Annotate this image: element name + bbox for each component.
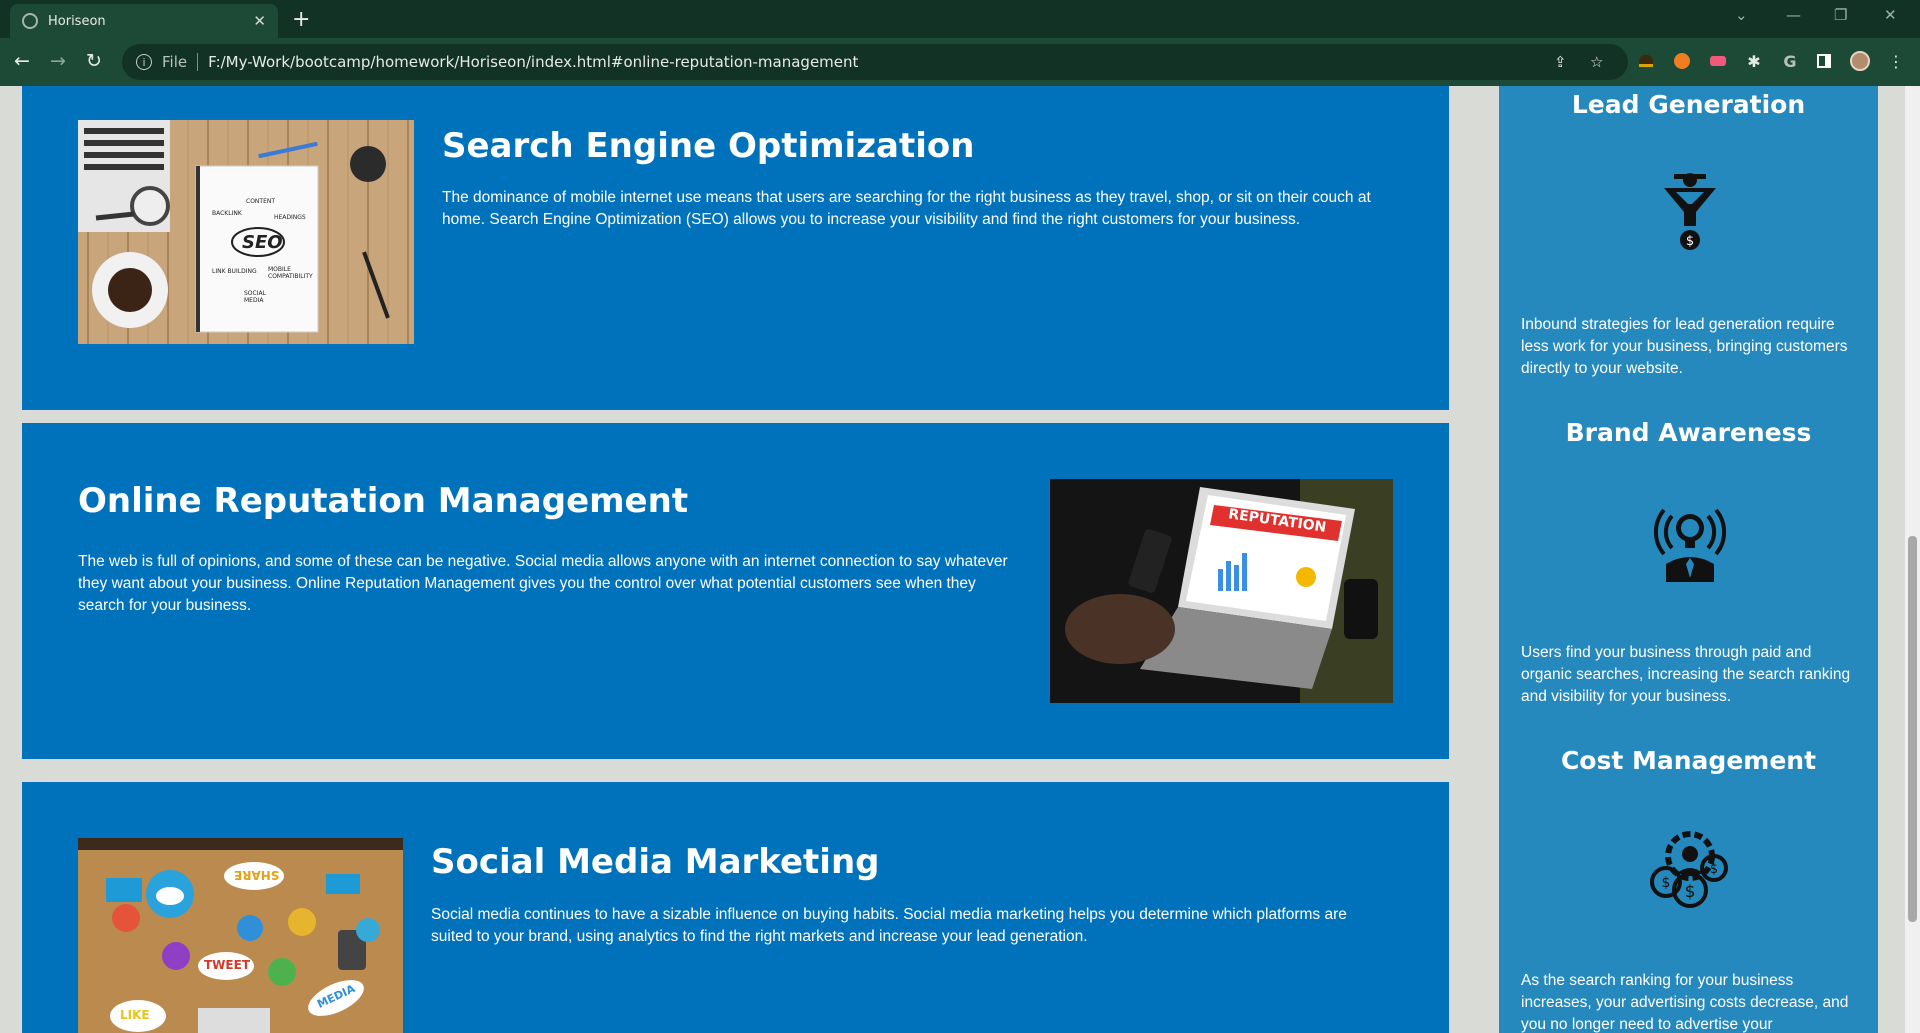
tweet-image-text: TWEET bbox=[204, 958, 251, 972]
extension-hat-icon[interactable] bbox=[1636, 51, 1656, 71]
social-title: Social Media Marketing bbox=[431, 842, 880, 882]
minimize-button[interactable]: — bbox=[1786, 6, 1801, 24]
reload-icon[interactable]: ↻ bbox=[86, 50, 102, 72]
browser-tab[interactable]: Horiseon ✕ bbox=[10, 4, 278, 38]
like-image-text: LIKE bbox=[120, 1008, 150, 1022]
reputation-title: Online Reputation Management bbox=[78, 481, 689, 521]
seo-image-text: SEO bbox=[242, 232, 283, 253]
extension-record-icon[interactable] bbox=[1708, 51, 1728, 71]
seo-section: SEO CONTENT BACKLINK HEADINGS LINK BUILD… bbox=[22, 86, 1449, 410]
scrollbar-thumb[interactable] bbox=[1908, 536, 1917, 922]
lead-funnel-icon: $ bbox=[1648, 170, 1732, 254]
seo-body: The dominance of mobile internet use mea… bbox=[442, 189, 1371, 228]
reputation-body: The web is full of opinions, and some of… bbox=[78, 553, 1008, 614]
svg-text:$: $ bbox=[1662, 875, 1671, 891]
svg-text:$: $ bbox=[1685, 882, 1696, 902]
benefit-title-cost: Cost Management bbox=[1560, 746, 1817, 775]
google-g-icon[interactable]: G bbox=[1780, 51, 1800, 71]
browser-chrome: Horiseon ✕ + ⌄ — ❐ ✕ ← → ↻ i File F:/My-… bbox=[0, 0, 1920, 86]
benefit-title-brand: Brand Awareness bbox=[1565, 418, 1812, 447]
social-image-text: SOCIAL MEDIA bbox=[244, 290, 266, 304]
social-body: Social media continues to have a sizable… bbox=[431, 906, 1347, 945]
bookmark-star-icon[interactable]: ☆ bbox=[1590, 53, 1603, 71]
headings-image-text: HEADINGS bbox=[274, 214, 306, 221]
omnibox-divider bbox=[197, 53, 199, 71]
close-window-button[interactable]: ✕ bbox=[1884, 6, 1897, 24]
extension-orange-icon[interactable] bbox=[1672, 51, 1692, 71]
seo-title: Search Engine Optimization bbox=[442, 126, 975, 166]
info-icon[interactable]: i bbox=[136, 54, 152, 70]
back-arrow-icon[interactable]: ← bbox=[14, 50, 30, 72]
close-tab-icon[interactable]: ✕ bbox=[253, 12, 266, 30]
tab-search-icon[interactable]: ⌄ bbox=[1735, 6, 1748, 24]
benefits-aside: Lead Generation $ Inbound strategies for… bbox=[1499, 86, 1878, 1033]
benefit-title-lead: Lead Generation bbox=[1571, 90, 1806, 119]
address-bar[interactable]: i File F:/My-Work/bootcamp/homework/Hori… bbox=[122, 44, 1628, 80]
globe-icon bbox=[22, 13, 38, 29]
seo-image: SEO CONTENT BACKLINK HEADINGS LINK BUILD… bbox=[78, 120, 414, 344]
profile-avatar[interactable] bbox=[1850, 51, 1870, 71]
url-text[interactable]: F:/My-Work/bootcamp/homework/Horiseon/in… bbox=[208, 53, 858, 71]
extensions-puzzle-icon[interactable]: ✱ bbox=[1744, 51, 1764, 71]
mobile-image-text: MOBILE COMPATIBILITY bbox=[268, 266, 313, 280]
share-icon[interactable]: ⇪ bbox=[1554, 53, 1567, 71]
new-tab-button[interactable]: + bbox=[292, 7, 310, 32]
reputation-section: Online Reputation Management The web is … bbox=[22, 423, 1449, 759]
benefit-body-cost: As the search ranking for your business … bbox=[1521, 972, 1849, 1033]
benefit-body-brand: Users find your business through paid an… bbox=[1521, 644, 1851, 705]
backlink-image-text: BACKLINK bbox=[212, 210, 242, 217]
side-panel-icon[interactable] bbox=[1814, 51, 1834, 71]
svg-text:$: $ bbox=[1686, 234, 1694, 249]
benefit-body-lead: Inbound strategies for lead generation r… bbox=[1521, 316, 1848, 377]
browser-toolbar: ← → ↻ i File F:/My-Work/bootcamp/homewor… bbox=[0, 38, 1920, 86]
social-section: SHARE TWEET LIKE MEDIA Social Media Mark… bbox=[22, 782, 1449, 1033]
reputation-image: REPUTATION bbox=[1050, 479, 1393, 703]
restore-button[interactable]: ❐ bbox=[1834, 6, 1847, 24]
page-viewport: SEO CONTENT BACKLINK HEADINGS LINK BUILD… bbox=[0, 86, 1905, 1033]
scheme-label: File bbox=[162, 53, 188, 71]
page-scrollbar[interactable] bbox=[1905, 86, 1920, 1033]
menu-kebab-icon[interactable]: ⋮ bbox=[1886, 51, 1906, 71]
content-image-text: CONTENT bbox=[246, 198, 276, 205]
tab-strip: Horiseon ✕ + ⌄ — ❐ ✕ bbox=[0, 0, 1920, 38]
tab-title: Horiseon bbox=[48, 13, 106, 29]
forward-arrow-icon[interactable]: → bbox=[50, 50, 66, 72]
svg-text:$: $ bbox=[1710, 862, 1718, 877]
share-image-text: SHARE bbox=[234, 868, 280, 882]
brand-lightbulb-icon bbox=[1648, 498, 1732, 582]
social-image: SHARE TWEET LIKE MEDIA bbox=[78, 838, 403, 1033]
link-building-image-text: LINK BUILDING bbox=[212, 268, 257, 275]
cost-coins-icon: $ $ $ bbox=[1648, 828, 1732, 912]
